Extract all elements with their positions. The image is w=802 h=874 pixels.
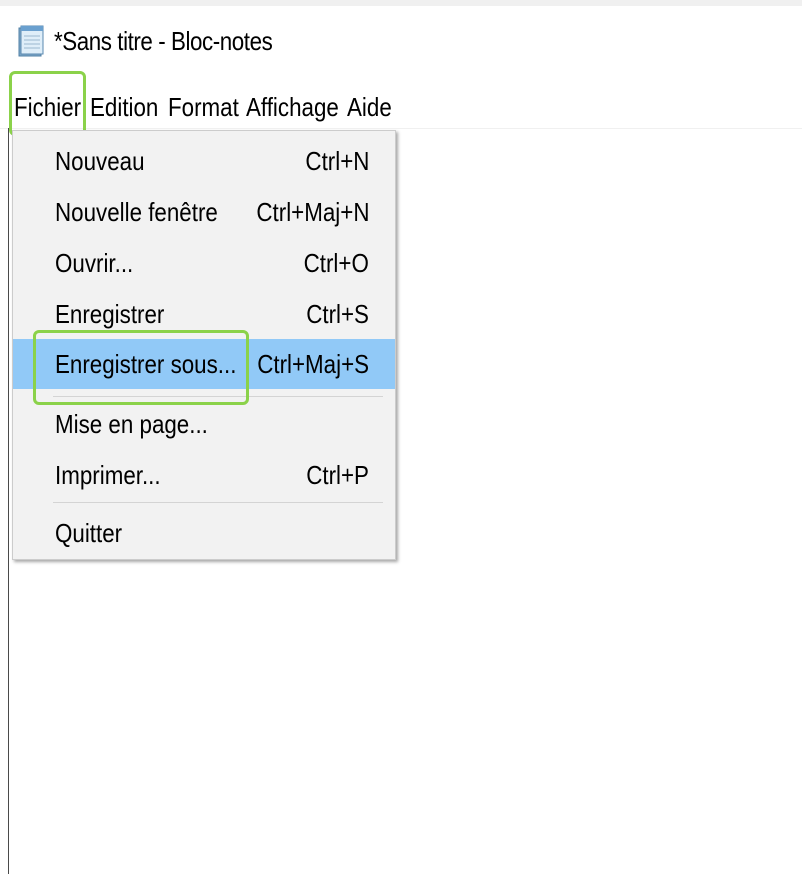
- menu-item-nouvelle-fenetre[interactable]: Nouvelle fenêtre Ctrl+Maj+N: [13, 187, 395, 237]
- menu-separator: [53, 502, 383, 503]
- menu-item-nouveau[interactable]: Nouveau Ctrl+N: [13, 136, 395, 186]
- window-title: *Sans titre - Bloc-notes: [54, 26, 273, 56]
- menu-item-ouvrir[interactable]: Ouvrir... Ctrl+O: [13, 238, 395, 288]
- menu-item-shortcut: Ctrl+Maj+N: [255, 197, 369, 227]
- menu-item-label: Imprimer...: [55, 460, 161, 490]
- menu-edition[interactable]: Edition: [90, 86, 158, 128]
- menu-bar: Fichier Edition Format Affichage Aide: [0, 86, 802, 129]
- menu-item-shortcut: Ctrl+O: [303, 248, 369, 278]
- menu-item-label: Quitter: [55, 518, 123, 548]
- menu-item-shortcut: Ctrl+Maj+S: [257, 349, 369, 379]
- save-as-highlight-outline: [33, 330, 249, 405]
- menu-item-label: Nouveau: [55, 146, 145, 176]
- menu-item-shortcut: Ctrl+P: [306, 460, 369, 490]
- menu-item-shortcut: Ctrl+S: [306, 299, 369, 329]
- menu-item-quitter[interactable]: Quitter: [13, 508, 395, 558]
- fichier-highlight-outline: [9, 71, 86, 136]
- top-strip: [0, 0, 802, 6]
- menu-item-label: Ouvrir...: [55, 248, 134, 278]
- menu-item-imprimer[interactable]: Imprimer... Ctrl+P: [13, 450, 395, 500]
- menu-item-label: Nouvelle fenêtre: [55, 197, 218, 227]
- menu-item-mise-en-page[interactable]: Mise en page...: [13, 399, 395, 449]
- menu-item-shortcut: Ctrl+N: [305, 146, 369, 176]
- menu-affichage[interactable]: Affichage: [246, 86, 339, 128]
- notepad-window: *Sans titre - Bloc-notes Fichier Edition…: [0, 0, 802, 874]
- menu-format[interactable]: Format: [168, 86, 239, 128]
- notepad-icon: [18, 25, 44, 57]
- editor-left-border: [8, 128, 9, 874]
- menu-item-label: Mise en page...: [55, 409, 208, 439]
- title-bar: *Sans titre - Bloc-notes: [0, 0, 802, 86]
- menu-aide[interactable]: Aide: [347, 86, 392, 128]
